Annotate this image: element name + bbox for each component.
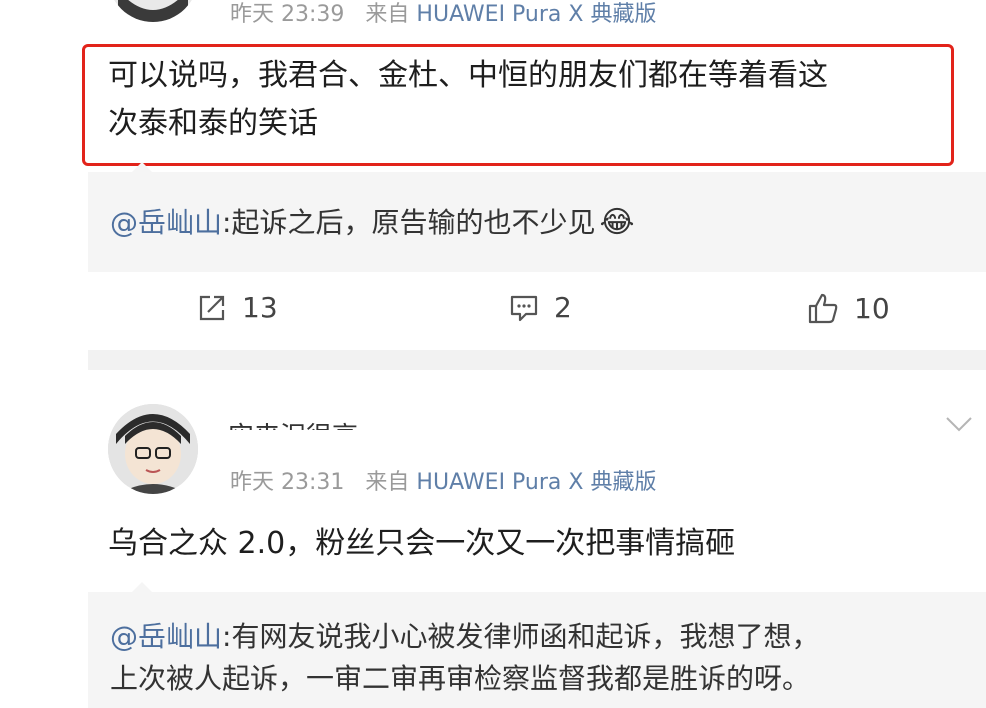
- source-label: 来自: [365, 2, 410, 27]
- comment-text: 可以说吗，我君合、金杜、中恒的朋友们都在等着看这 次泰和泰的笑话: [108, 52, 958, 148]
- comment-text: 乌合之众 2.0，粉丝只会一次又一次把事情搞砸: [108, 526, 736, 561]
- comment-button[interactable]: 2: [508, 291, 572, 324]
- quote-body: :起诉之后，原告输的也不少见: [222, 206, 596, 239]
- username-text: 实来泥很高: [228, 416, 428, 430]
- avatar[interactable]: [108, 404, 198, 494]
- quoted-text: @岳屾山:起诉之后，原告输的也不少见 😂: [110, 202, 635, 244]
- avatar[interactable]: [108, 0, 198, 22]
- thumbs-up-icon: [808, 293, 838, 324]
- username-mask: [226, 404, 436, 418]
- comment-icon: [510, 295, 538, 321]
- avatar-image: [108, 0, 198, 22]
- like-count: 10: [854, 291, 890, 325]
- quote-caret: [130, 162, 154, 174]
- comment-time: 昨天 23:31: [230, 470, 345, 495]
- mention-link[interactable]: @岳屾山: [110, 206, 222, 239]
- comment-time: 昨天 23:39: [230, 2, 345, 27]
- quote-caret: [130, 582, 154, 594]
- quote-body: 上次被人起诉，一审二审再审检察监督我都是胜诉的呀。: [110, 662, 811, 695]
- comment-count: 2: [554, 291, 572, 324]
- like-button[interactable]: 10: [806, 291, 890, 325]
- avatar-image: [108, 404, 198, 494]
- quoted-text: @岳屾山:有网友说我小心被发律师函和起诉，我想了想， 上次被人起诉，一审二审再审…: [110, 616, 819, 700]
- repost-icon: [199, 295, 225, 320]
- comment-divider: [88, 350, 986, 370]
- comment-text-line: 次泰和泰的笑话: [108, 106, 318, 141]
- repost-count: 13: [242, 291, 278, 324]
- comment-meta: 昨天 23:39 来自 HUAWEI Pura X 典藏版: [230, 0, 656, 28]
- comment-text-line: 可以说吗，我君合、金杜、中恒的朋友们都在等着看这: [108, 58, 828, 93]
- repost-button[interactable]: 13: [196, 291, 278, 324]
- laughing-emoji-icon: 😂: [599, 205, 635, 240]
- quote-body: :有网友说我小心被发律师函和起诉，我想了想，: [222, 620, 820, 653]
- comment-meta: 昨天 23:31 来自 HUAWEI Pura X 典藏版: [230, 464, 656, 496]
- device-link[interactable]: HUAWEI Pura X 典藏版: [416, 2, 656, 27]
- source-label: 来自: [365, 470, 410, 495]
- more-options-button[interactable]: [944, 414, 974, 438]
- chevron-down-icon: [946, 417, 972, 432]
- mention-link[interactable]: @岳屾山: [110, 620, 222, 653]
- device-link[interactable]: HUAWEI Pura X 典藏版: [416, 470, 656, 495]
